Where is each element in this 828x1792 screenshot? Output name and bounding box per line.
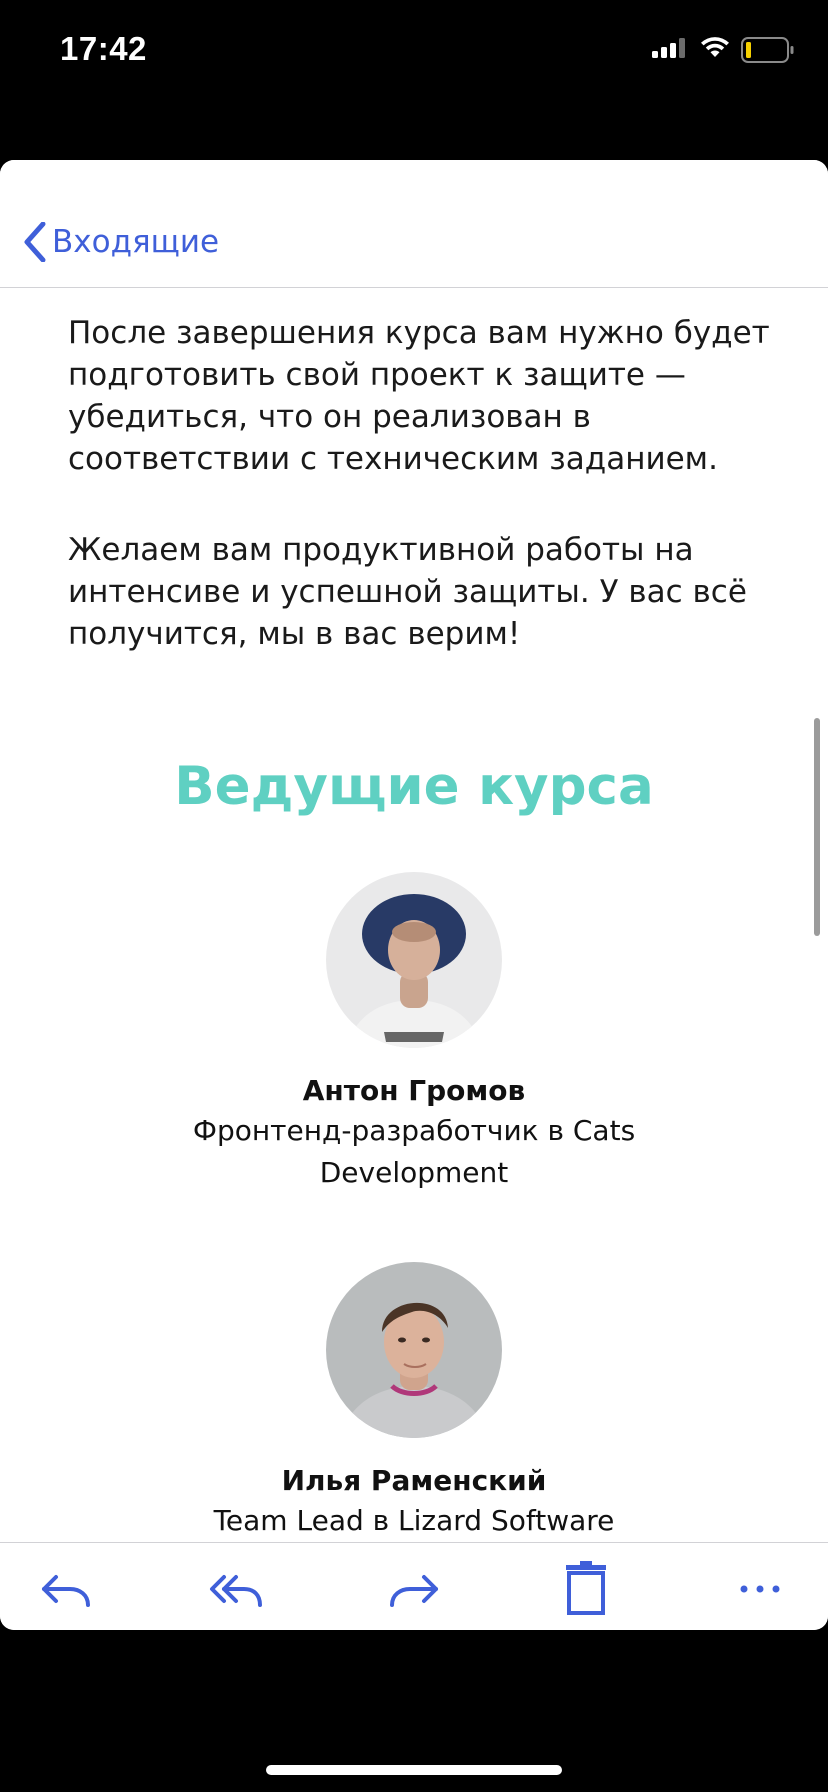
- battery-low-icon: [741, 37, 794, 63]
- wifi-icon: [701, 37, 729, 57]
- speaker-name: Антон Громов: [302, 1074, 526, 1107]
- status-bar: 17:42: [0, 0, 828, 100]
- forward-button[interactable]: [384, 1557, 444, 1617]
- delete-button[interactable]: [556, 1557, 616, 1617]
- speaker-name: Илья Раменский: [281, 1464, 547, 1497]
- chevron-left-icon: [24, 222, 46, 262]
- reply-all-icon: [210, 1575, 262, 1607]
- forward-icon: [390, 1575, 438, 1607]
- back-button-label: Входящие: [52, 224, 220, 260]
- message-body: После завершения курса вам нужно будет п…: [0, 288, 828, 1630]
- back-button[interactable]: Входящие: [24, 222, 219, 262]
- trash-icon: [566, 1561, 606, 1615]
- cellular-signal-icon: [652, 38, 685, 58]
- reply-button[interactable]: [36, 1557, 96, 1617]
- reply-icon: [42, 1575, 90, 1607]
- section-title: Ведущие курса: [174, 756, 654, 817]
- speaker-card: Илья Раменский Team Lead в Lizard Softwa…: [0, 1262, 828, 1542]
- avatar: [326, 1262, 502, 1438]
- speaker-role: Фронтенд-разработчик в Cats Development: [192, 1114, 636, 1189]
- reply-all-button[interactable]: [206, 1557, 266, 1617]
- vertical-scrollbar[interactable]: [814, 718, 820, 936]
- bottom-toolbar: [0, 1542, 828, 1630]
- navigation-bar: Входящие: [0, 160, 828, 288]
- mail-screen: 17:42 Входящие После завершения курса ва…: [0, 0, 828, 1792]
- more-button[interactable]: [730, 1557, 790, 1617]
- body-paragraph: После завершения курса вам нужно будет п…: [68, 315, 770, 477]
- speaker-card: Антон Громов Фронтенд-разработчик в Cats…: [0, 872, 828, 1194]
- home-indicator[interactable]: [266, 1765, 562, 1775]
- more-icon: [740, 1585, 780, 1593]
- status-time: 17:42: [60, 30, 147, 67]
- avatar: [326, 872, 502, 1048]
- body-paragraph: Желаем вам продуктивной работы на интенс…: [68, 532, 747, 652]
- speaker-role: Team Lead в Lizard Software: [213, 1504, 615, 1537]
- mail-sheet: Входящие После завершения курса вам нужн…: [0, 160, 828, 1630]
